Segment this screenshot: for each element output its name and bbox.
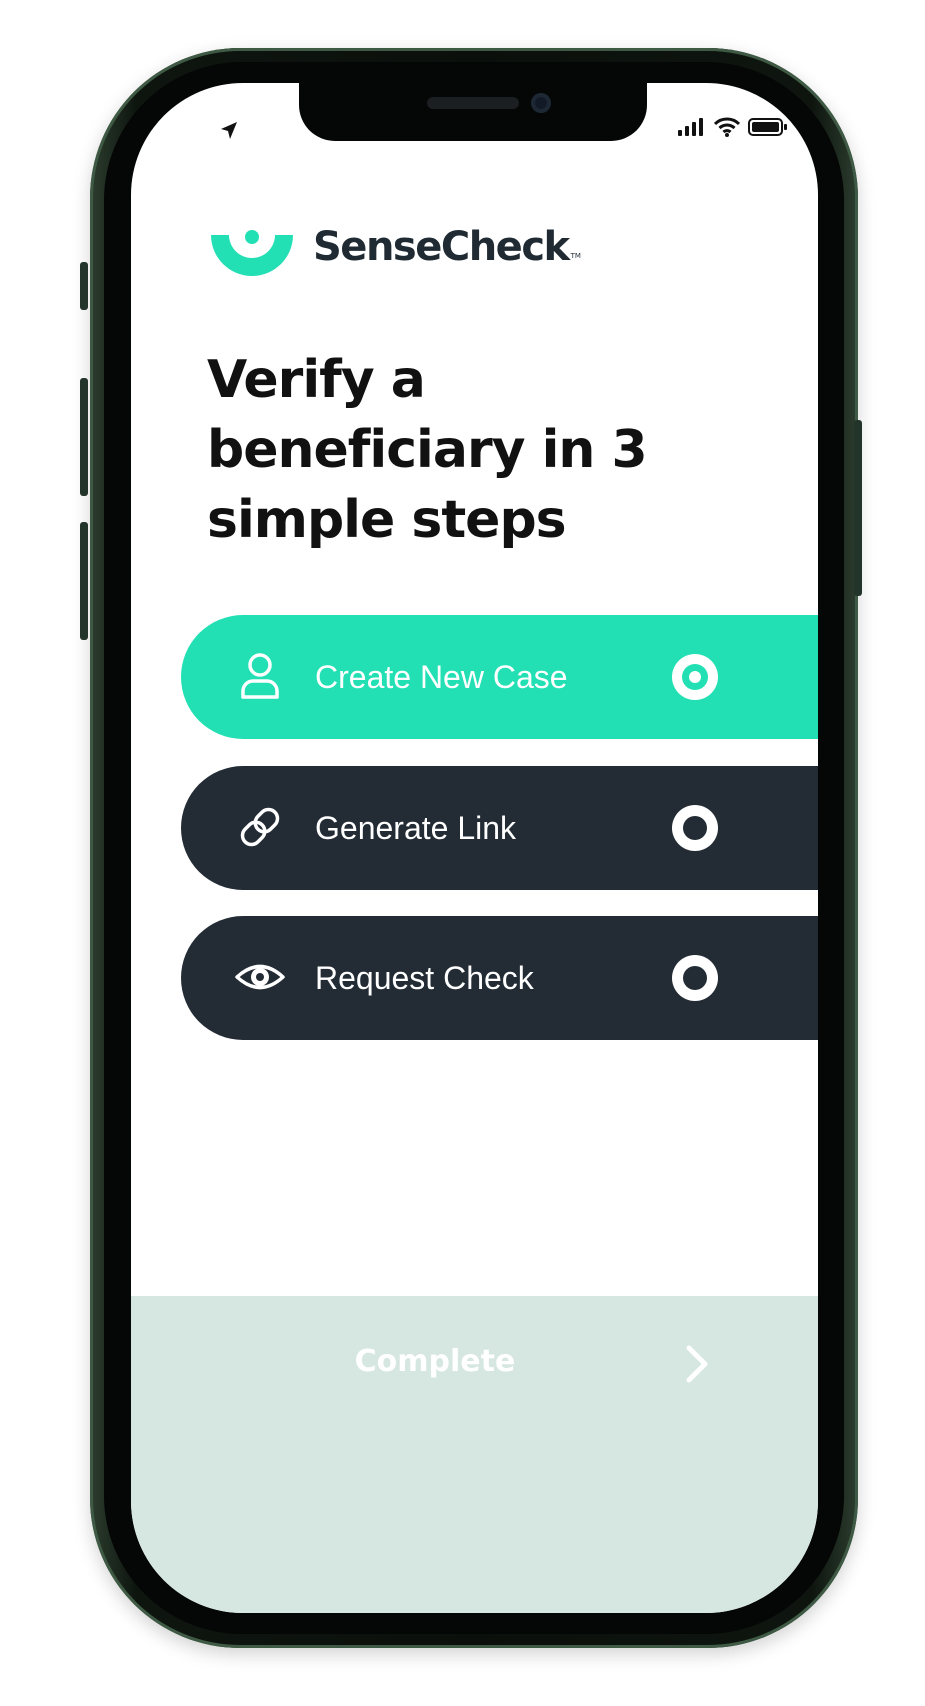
link-icon	[240, 807, 280, 847]
chevron-right-icon	[686, 1345, 708, 1383]
brand-logo: SenseCheck TM	[207, 224, 581, 289]
complete-button[interactable]: Complete	[131, 1296, 818, 1613]
status-icons	[678, 117, 788, 137]
user-icon	[241, 653, 279, 699]
step-generate-link[interactable]: Generate Link	[181, 766, 818, 890]
earpiece-speaker	[427, 97, 519, 109]
complete-label: Complete	[354, 1344, 516, 1379]
step-label: Request Check	[315, 960, 534, 996]
eye-icon	[235, 964, 285, 990]
step-label: Create New Case	[315, 659, 568, 695]
volume-down-button	[80, 522, 88, 640]
notch	[299, 83, 647, 141]
mute-switch	[80, 262, 88, 310]
radio-unselected-icon[interactable]	[671, 954, 719, 1002]
wifi-icon	[714, 117, 740, 137]
radio-unselected-icon[interactable]	[671, 804, 719, 852]
step-create-new-case[interactable]: Create New Case	[181, 615, 818, 739]
brand-name: SenseCheck	[313, 224, 570, 270]
step-request-check[interactable]: Request Check	[181, 916, 818, 1040]
battery-icon	[748, 118, 787, 136]
app-screen: SenseCheck TM Verify a beneficiary in 3 …	[131, 83, 818, 1613]
radio-selected-icon[interactable]	[671, 653, 719, 701]
page-title: Verify a beneficiary in 3 simple steps	[207, 350, 648, 550]
sensecheck-logo-icon	[211, 230, 293, 276]
front-camera	[531, 93, 551, 113]
cellular-signal-icon	[678, 118, 703, 136]
volume-up-button	[80, 378, 88, 496]
trademark-mark: TM	[570, 252, 581, 260]
location-arrow-icon	[217, 119, 241, 143]
step-label: Generate Link	[315, 810, 517, 846]
power-button	[854, 420, 862, 596]
